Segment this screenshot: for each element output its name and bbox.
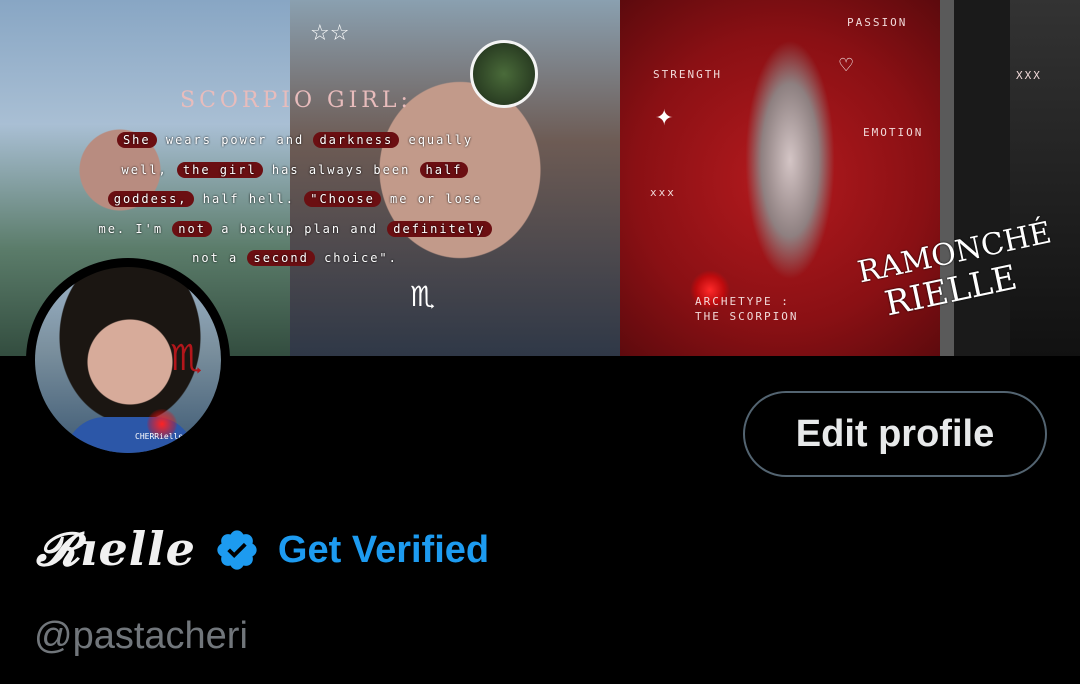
verified-badge-icon[interactable] xyxy=(214,527,260,573)
scorpio-symbol-icon: ♏ xyxy=(410,281,436,312)
edit-profile-button[interactable]: Edit profile xyxy=(743,391,1047,477)
poem-text: choice". xyxy=(314,251,398,265)
poem-line: me. I'm not a backup plan and definitely xyxy=(95,215,495,245)
avatar-caption: CHERRielle xyxy=(135,432,184,441)
get-verified-link[interactable]: Get Verified xyxy=(278,529,489,572)
poem-highlight-word: darkness xyxy=(313,132,400,148)
bubble-photo xyxy=(470,40,538,108)
stars-doodle-icon: ☆☆ xyxy=(310,20,350,45)
poem-text: not a xyxy=(192,251,248,265)
heart-doodle-icon: ♡ xyxy=(838,55,855,75)
label-strength: STRENGTH xyxy=(653,68,722,81)
poem-highlight-word: half xyxy=(419,161,469,178)
poem-highlight-word: second xyxy=(247,250,315,266)
poem-text: me or lose xyxy=(380,192,483,206)
label-the-scorpion: THE SCORPION xyxy=(695,310,799,323)
poem-line: goddess, half hell. "Choose me or lose xyxy=(95,185,495,215)
poem-highlight-word: not xyxy=(172,220,212,237)
label-xxx-left: xxx xyxy=(650,186,676,199)
label-passion: PASSION xyxy=(847,16,908,29)
name-row: 𝓡ıelle Get Verified xyxy=(36,515,489,585)
poem-highlight-word: She xyxy=(116,132,157,148)
poem-text: me. I'm xyxy=(98,221,173,236)
poem-highlight-word: "Choose xyxy=(304,191,381,207)
poem-text: a backup plan and xyxy=(211,221,388,236)
scorpio-title: SCORPIO GIRL: xyxy=(180,88,412,113)
profile-avatar[interactable]: ♏ CHERRielle xyxy=(26,258,230,462)
avatar-photo: ♏ CHERRielle xyxy=(35,267,221,453)
username-handle: @pastacheri xyxy=(34,615,248,657)
poem-highlight-word: goddess, xyxy=(107,191,194,207)
poem-highlight-word: definitely xyxy=(387,220,492,237)
poem-text: has always been xyxy=(262,162,420,177)
poem-highlight-word: the girl xyxy=(176,161,263,178)
label-xxx-right: XXX xyxy=(1016,69,1042,82)
label-archetype: ARCHETYPE : xyxy=(695,295,790,308)
avatar-scorpion-icon: ♏ xyxy=(170,337,203,378)
sparkle-icon: ✦ xyxy=(655,105,674,130)
display-name: 𝓡ıelle xyxy=(36,522,196,576)
poem-text: wears power and xyxy=(156,133,314,147)
poem-line: She wears power and darkness equally xyxy=(95,126,495,156)
poem-line: well, the girl has always been half xyxy=(95,156,495,186)
label-emotion: EMOTION xyxy=(863,126,924,139)
poem-text: half hell. xyxy=(193,192,305,206)
banner-poem: She wears power and darkness equally well… xyxy=(95,126,495,274)
poem-text: equally xyxy=(399,133,474,147)
scorpion-graphic xyxy=(745,40,835,280)
poem-text: well, xyxy=(121,162,177,177)
